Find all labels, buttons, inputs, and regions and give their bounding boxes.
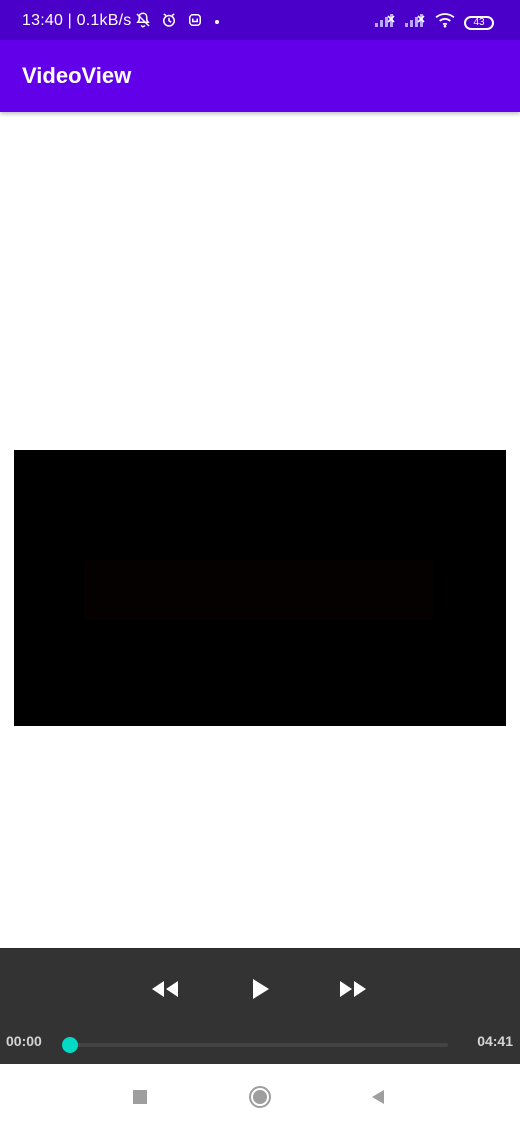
video-view[interactable]	[14, 450, 506, 726]
status-text: 13:40 | 0.1kB/s	[22, 12, 132, 29]
video-content	[84, 560, 434, 620]
seek-bar[interactable]	[62, 1037, 448, 1053]
rewind-icon	[152, 981, 178, 997]
home-button[interactable]	[246, 1083, 274, 1111]
playback-controls	[0, 971, 520, 1011]
status-icons-right: 43	[374, 12, 494, 33]
play-icon	[253, 979, 269, 999]
recents-button[interactable]	[126, 1083, 154, 1111]
current-time: 00:00	[6, 1033, 42, 1049]
battery-icon: 43	[464, 15, 494, 30]
fast-forward-icon	[340, 981, 366, 997]
fast-forward-button[interactable]	[331, 971, 375, 1007]
signal-icon	[374, 12, 396, 33]
dot-icon	[212, 14, 222, 32]
wifi-icon	[434, 12, 456, 33]
back-button[interactable]	[364, 1083, 392, 1111]
alarm-icon	[160, 11, 178, 34]
back-icon	[372, 1090, 384, 1104]
rewind-button[interactable]	[143, 971, 187, 1007]
notifications-off-icon	[134, 11, 152, 34]
page-title: VideoView	[22, 63, 132, 88]
seek-thumb[interactable]	[62, 1037, 78, 1053]
media-controller: 00:00 04:41	[0, 948, 520, 1064]
total-time: 04:41	[477, 1033, 513, 1049]
battery-level: 43	[473, 16, 485, 28]
recents-icon	[133, 1090, 147, 1104]
play-button[interactable]	[237, 971, 281, 1007]
app-bar: VideoView	[0, 40, 520, 112]
status-bar: 13:40 | 0.1kB/s 43	[0, 0, 520, 40]
navigation-bar	[0, 1064, 520, 1127]
signal-icon	[404, 12, 426, 33]
home-icon	[249, 1086, 271, 1108]
app-icon	[186, 11, 204, 34]
status-icons-left	[134, 11, 222, 34]
